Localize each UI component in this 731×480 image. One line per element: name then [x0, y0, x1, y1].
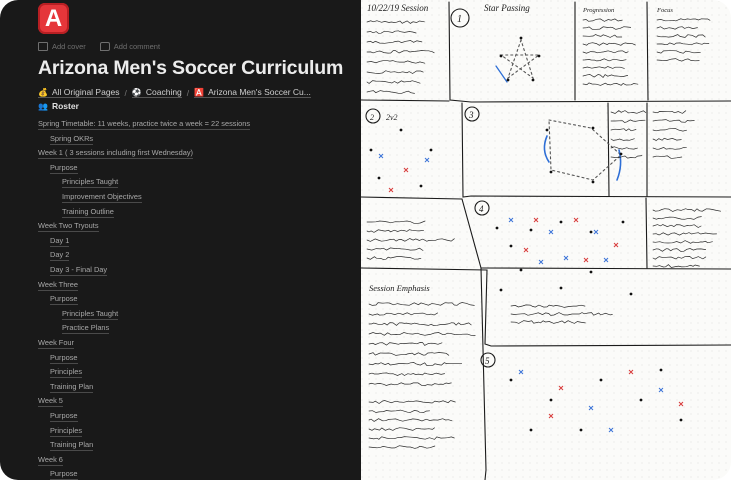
- toc-item[interactable]: Principles Taught: [62, 177, 119, 189]
- add-comment-button[interactable]: Add comment: [99, 42, 161, 51]
- screen: A Add cover Add comment Arizona Men's So…: [0, 0, 731, 480]
- toc-item[interactable]: Training Outline: [62, 207, 114, 218]
- box-number: 3: [468, 110, 474, 120]
- add-comment-label: Add comment: [113, 42, 161, 51]
- toc-item[interactable]: Training Plan: [50, 382, 94, 393]
- toc-item[interactable]: Purpose: [50, 353, 78, 364]
- cone-marker: [591, 180, 595, 184]
- toc-item[interactable]: Spring OKRs: [50, 134, 94, 145]
- breadcrumb-label: All Original Pages: [51, 87, 120, 97]
- cone-marker: [509, 244, 513, 248]
- cone-marker: [499, 54, 503, 58]
- toc-item[interactable]: Week 5: [38, 396, 63, 408]
- breadcrumb-label: Coaching: [145, 87, 182, 97]
- toc-item[interactable]: Principles: [50, 426, 83, 437]
- toc-item[interactable]: Week Two Tryouts: [38, 221, 99, 233]
- breadcrumb-all-original-pages[interactable]: 💰 All Original Pages: [38, 87, 120, 98]
- toc-item[interactable]: Principles: [50, 367, 83, 379]
- sketch-2v2-title: 2v2: [386, 113, 398, 122]
- whiteboard-sketch-image: 10/22/19 Session 1 2 3 4 5 Star Passing …: [361, 0, 731, 480]
- cone-marker: [529, 228, 533, 232]
- toc-item[interactable]: Day 1: [50, 236, 70, 247]
- cone-marker: [679, 418, 683, 422]
- cone-marker: [419, 184, 423, 188]
- breadcrumb-current-page[interactable]: 🅰️ Arizona Men's Soccer Cu...: [194, 87, 311, 98]
- cone-marker: [499, 288, 503, 292]
- cone-marker: [659, 368, 663, 372]
- cone-marker: [495, 226, 499, 230]
- cone-marker: [519, 36, 523, 40]
- toc-item[interactable]: Week Four: [38, 338, 75, 349]
- money-bag-icon: 💰: [38, 87, 48, 97]
- box-number: 4: [479, 204, 484, 214]
- soccer-ball-icon: ⚽: [131, 87, 142, 97]
- cone-marker: [545, 128, 549, 132]
- cone-marker: [509, 378, 513, 382]
- cone-marker: [531, 78, 535, 82]
- cone-marker: [639, 398, 643, 402]
- toc-item[interactable]: Purpose: [50, 411, 78, 422]
- box-number: 2: [370, 113, 374, 122]
- breadcrumb-separator: /: [124, 87, 127, 98]
- sketch-focus: Focus: [656, 7, 673, 14]
- cone-marker: [629, 292, 633, 296]
- sketch-progression: Progression: [582, 7, 614, 14]
- toc-item[interactable]: Day 2: [50, 250, 70, 262]
- box-number: 1: [457, 14, 462, 25]
- toc-item[interactable]: Week Three: [38, 280, 78, 291]
- cone-marker: [589, 230, 593, 234]
- cone-marker: [559, 220, 563, 224]
- cone-marker: [579, 428, 583, 432]
- roster-label: Roster: [51, 101, 79, 111]
- toc-item[interactable]: Principles Taught: [62, 309, 119, 320]
- box-number: 5: [485, 356, 490, 366]
- cone-marker: [599, 378, 603, 382]
- breadcrumb-coaching[interactable]: ⚽ Coaching: [131, 87, 182, 98]
- add-cover-label: Add cover: [52, 42, 86, 51]
- cone-marker: [621, 220, 625, 224]
- toc-item[interactable]: Improvement Objectives: [62, 192, 142, 203]
- cone-marker: [369, 148, 373, 152]
- cone-marker: [377, 176, 381, 180]
- add-cover-button[interactable]: Add cover: [38, 42, 86, 51]
- cone-marker: [549, 170, 553, 174]
- sketch-star-passing-title: Star Passing: [484, 3, 530, 13]
- cone-marker: [549, 398, 553, 402]
- toc-item[interactable]: Purpose: [50, 163, 78, 174]
- sketch-canvas: 10/22/19 Session 1 2 3 4 5 Star Passing …: [361, 0, 731, 480]
- page-icon[interactable]: A: [38, 3, 69, 34]
- cone-marker: [537, 54, 541, 58]
- notion-page-panel: A Add cover Add comment Arizona Men's So…: [0, 0, 361, 480]
- toc-item[interactable]: Day 3 - Final Day: [50, 265, 108, 276]
- letter-a-icon: 🅰️: [194, 87, 205, 97]
- cone-marker: [399, 128, 403, 132]
- comment-icon: [99, 42, 110, 51]
- page-title[interactable]: Arizona Men's Soccer Curriculum: [38, 57, 343, 80]
- people-icon: 👥: [38, 101, 48, 111]
- sketch-date: 10/22/19 Session: [367, 3, 429, 13]
- breadcrumb: 💰 All Original Pages / ⚽ Coaching / 🅰️ A…: [38, 87, 311, 98]
- toc-item[interactable]: Spring Timetable: 11 weeks, practice twi…: [38, 119, 251, 130]
- cone-marker: [429, 148, 433, 152]
- cone-marker: [559, 286, 563, 290]
- cone-marker: [529, 428, 533, 432]
- cone-marker: [519, 268, 523, 272]
- toc-item[interactable]: Week 1 ( 3 sessions including first Wedn…: [38, 148, 194, 160]
- cone-marker: [589, 270, 593, 274]
- toc-item[interactable]: Training Plan: [50, 440, 94, 452]
- sketch-session-emphasis: Session Emphasis: [369, 283, 430, 293]
- image-icon: [38, 42, 48, 51]
- cone-marker: [619, 152, 623, 156]
- toc-item[interactable]: Purpose: [50, 469, 78, 480]
- cone-marker: [591, 126, 595, 130]
- roster-link[interactable]: 👥 Roster: [38, 101, 79, 111]
- breadcrumb-label: Arizona Men's Soccer Cu...: [208, 87, 311, 97]
- breadcrumb-separator: /: [186, 87, 190, 98]
- toc-item[interactable]: Week 6: [38, 455, 63, 466]
- toc-item[interactable]: Practice Plans: [62, 323, 110, 335]
- page-meta-actions: Add cover Add comment: [38, 42, 160, 51]
- cone-marker: [506, 78, 510, 82]
- toc-item[interactable]: Purpose: [50, 294, 78, 306]
